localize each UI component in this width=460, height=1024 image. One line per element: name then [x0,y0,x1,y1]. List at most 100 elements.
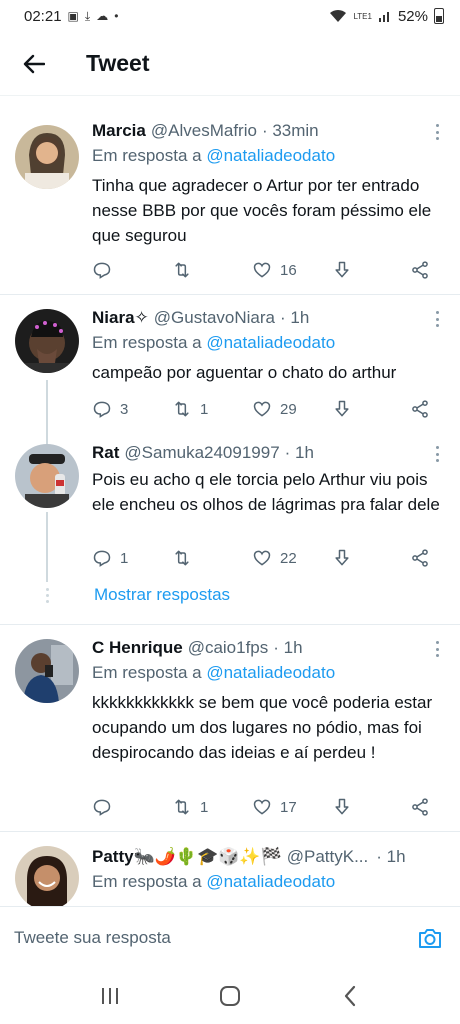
reply-label: Em resposta a [92,872,202,891]
tweet-item[interactable]: Marcia @AlvesMafrio · 33min Em resposta … [0,104,460,294]
display-name[interactable]: Marcia [92,121,146,141]
username[interactable]: @AlvesMafrio [151,121,257,141]
avatar[interactable] [15,639,79,703]
retweet-icon [175,550,189,566]
timestamp: · 1h [273,638,303,657]
avatar[interactable] [15,125,79,189]
tweet-item[interactable]: Patty🐜🌶️🌵🎓🎲✨🏁 @PattyK... · 1h Em respost… [0,832,460,906]
download-notification-icon: ⤓ [84,8,91,23]
like-count: 29 [280,400,297,418]
username[interactable]: @GustavoNiara [154,308,275,328]
mention-link[interactable]: @nataliadeodato [206,146,335,165]
retweet-button[interactable]: 1 [172,399,208,419]
reply-composer [0,906,460,968]
username[interactable]: @PattyK... [287,847,369,867]
tweet-header: Rat @Samuka24091997 · 1h [92,442,446,464]
show-replies-link[interactable]: Mostrar respostas [94,585,230,605]
retweet-icon [175,262,189,278]
tweet-text: Pois eu acho q ele torcia pelo Arthur vi… [92,470,440,514]
display-name[interactable]: Niara✧ [92,308,149,328]
reply-icon [93,401,111,418]
wifi-icon [330,9,347,22]
reply-context: Em resposta a @nataliadeodato [92,663,446,685]
recents-button[interactable] [80,976,140,1016]
reply-icon [93,799,111,816]
mention-link[interactable]: @nataliadeodato [206,663,335,682]
like-button[interactable]: 22 [252,548,297,568]
downvote-button[interactable] [332,797,352,817]
tweet-item[interactable]: C Henrique @caio1fps · 1h Em resposta a … [0,625,460,831]
share-button[interactable] [410,797,430,817]
username[interactable]: @Samuka24091997 [124,443,279,463]
display-name[interactable]: Patty🐜🌶️🌵🎓🎲✨🏁 [92,847,282,867]
more-icon[interactable] [436,124,440,140]
share-button[interactable] [410,260,430,280]
tweet-actions: 3 1 29 [92,397,440,421]
reply-feed[interactable]: Marcia @AlvesMafrio · 33min Em resposta … [0,104,460,906]
retweet-button[interactable]: 1 [172,797,208,817]
downvote-arrow-icon [335,798,349,815]
display-name[interactable]: Rat [92,443,119,463]
retweet-button[interactable] [172,548,200,568]
reply-context: Em resposta a @nataliadeodato [92,872,446,894]
network-label: LTE1 [353,11,372,21]
downvote-button[interactable] [332,260,352,280]
nav-back-button[interactable] [320,976,380,1016]
battery-icon [434,8,444,24]
system-nav-bar [0,968,460,1024]
avatar[interactable] [15,444,79,508]
downvote-arrow-icon [335,261,349,278]
tweet-text: campeão por aguentar o chato do arthur [92,363,397,382]
tweet-item[interactable]: Rat @Samuka24091997 · 1h Pois eu acho q … [0,434,460,574]
reply-input[interactable] [14,927,414,948]
more-icon[interactable] [436,311,440,327]
mention-link[interactable]: @nataliadeodato [206,872,335,891]
like-button[interactable]: 17 [252,797,297,817]
tweet-header: Niara✧ @GustavoNiara · 1h [92,307,446,329]
camera-icon [419,928,441,948]
back-icon [344,985,356,1007]
home-button[interactable] [200,976,260,1016]
like-icon [253,401,271,417]
timestamp: · 1h [376,847,406,866]
reply-button[interactable]: 3 [92,399,128,419]
retweet-button[interactable] [172,260,200,280]
app-bar: Tweet [0,32,460,96]
battery-percent: 52% [397,7,428,25]
downvote-arrow-icon [335,549,349,566]
like-count: 16 [280,261,297,279]
downvote-button[interactable] [332,399,352,419]
tweet-actions: 1 22 [92,546,440,570]
downvote-button[interactable] [332,548,352,568]
status-bar: 02:21 ▣ ⤓ ☁ • LTE1 52% [0,0,460,32]
tweet-text: kkkkkkkkkkkk se bem que você poderia est… [92,693,433,762]
tweet-header: C Henrique @caio1fps · 1h [92,637,446,659]
camera-button[interactable] [414,922,446,954]
reply-icon [93,550,111,567]
like-button[interactable]: 29 [252,399,297,419]
avatar[interactable] [15,846,79,906]
more-icon[interactable] [436,446,440,462]
tweet-item[interactable]: Niara✧ @GustavoNiara · 1h Em resposta a … [0,295,460,423]
share-button[interactable] [410,548,430,568]
share-button[interactable] [410,399,430,419]
reply-button[interactable] [92,797,120,817]
like-button[interactable]: 16 [252,260,297,280]
username[interactable]: @caio1fps [188,638,269,658]
mention-link[interactable]: @nataliadeodato [206,333,335,352]
thread-dots [44,588,50,603]
reply-button[interactable] [92,260,120,280]
back-button[interactable] [0,32,68,96]
downvote-arrow-icon [335,400,349,417]
reply-label: Em resposta a [92,663,202,682]
share-icon [412,798,428,816]
gallery-notification-icon: ▣ [67,9,79,23]
more-icon[interactable] [436,641,440,657]
display-name[interactable]: C Henrique [92,638,183,658]
avatar[interactable] [15,309,79,373]
page-title: Tweet [86,50,150,76]
reply-button[interactable]: 1 [92,548,128,568]
timestamp: · 33min [261,121,319,140]
reply-count: 3 [120,400,129,418]
tweet-text: Tinha que agradecer o Artur por ter entr… [92,176,432,245]
